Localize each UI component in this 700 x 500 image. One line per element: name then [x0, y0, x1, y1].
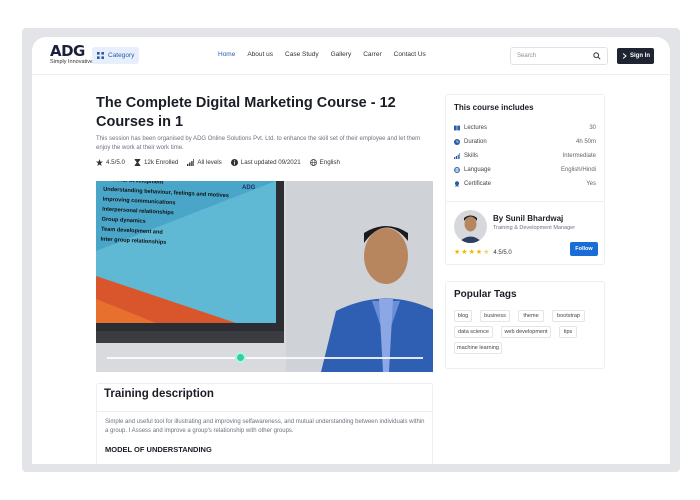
tag-tips[interactable]: tips [559, 326, 577, 338]
nav-home[interactable]: Home [218, 51, 235, 58]
training-description-card: Training description Simple and useful t… [96, 383, 433, 464]
include-row-certificate: Certificate Yes [454, 181, 596, 187]
tag-bootstrap[interactable]: bootstrap [552, 310, 585, 322]
nav-case-study[interactable]: Case Study [285, 51, 319, 58]
logo[interactable]: ADG Simply Innovative [50, 43, 94, 71]
signin-icon [622, 53, 627, 59]
course-meta: 4.5/5.0 12k Enrolled All levels Last upd… [96, 159, 349, 166]
category-button[interactable]: Category [92, 47, 139, 64]
star-icon: ★ [461, 249, 468, 256]
rating-value: 4.5/5.0 [493, 249, 512, 256]
include-row-skills: Skills Intermediate [454, 153, 596, 159]
video-progress-knob[interactable] [235, 352, 246, 363]
follow-button[interactable]: Follow [570, 242, 598, 256]
avatar[interactable] [454, 210, 487, 243]
search-placeholder: Search [517, 53, 537, 59]
star-icon: ★ [475, 249, 483, 256]
search-input[interactable]: Search [510, 47, 608, 65]
course-description: This session has been organised by ADG O… [96, 136, 421, 151]
category-label: Category [108, 52, 135, 59]
include-row-duration: Duration 4h 50m [454, 139, 596, 145]
main-nav: Home About us Case Study Gallery Carrer … [218, 51, 438, 58]
star-icon: ★ [468, 249, 475, 256]
signin-label: Sign In [630, 53, 650, 59]
include-row-lectures: Lectures 30 [454, 125, 596, 131]
course-title: The Complete Digital Marketing Course - … [96, 95, 396, 130]
meta-language: English [309, 159, 340, 166]
course-includes-card: This course includes Lectures 30 Duratio… [445, 94, 605, 204]
signin-button[interactable]: Sign In [617, 48, 654, 64]
training-heading: Training description [104, 388, 214, 400]
search-icon[interactable] [593, 52, 601, 60]
meta-level: All levels [187, 159, 222, 166]
browser-window: ADG Simply Innovative Category Home Abou… [32, 37, 670, 464]
slide-text: Personal development Understanding behav… [100, 181, 273, 253]
navbar: ADG Simply Innovative Category Home Abou… [32, 37, 670, 75]
instructor-role: Training & Development Manager [493, 225, 576, 231]
training-text: Simple and useful tool for illustrating … [105, 419, 425, 434]
info-icon [230, 159, 238, 166]
popular-tags-card: Popular Tags blog business theme bootstr… [445, 281, 605, 369]
hourglass-icon [134, 159, 141, 166]
signal-icon [187, 159, 195, 166]
logo-tagline: Simply Innovative [50, 59, 94, 65]
medal-icon [454, 181, 460, 187]
nav-career[interactable]: Carrer [363, 51, 381, 58]
globe-icon [454, 167, 460, 173]
tag-blog[interactable]: blog [454, 310, 472, 322]
nav-about[interactable]: About us [247, 51, 273, 58]
instructor-rating: ★ ★ ★ ★ ★ 4.5/5.0 [454, 249, 512, 256]
nav-contact[interactable]: Contact Us [394, 51, 426, 58]
star-icon: ★ [454, 249, 461, 256]
tag-theme[interactable]: theme [518, 310, 544, 322]
tag-business[interactable]: business [480, 310, 510, 322]
nav-gallery[interactable]: Gallery [331, 51, 352, 58]
signal-icon [454, 153, 460, 159]
tags-heading: Popular Tags [454, 289, 517, 300]
meta-updated: Last updated 09/2021 [230, 159, 301, 166]
logo-text: ADG [50, 42, 85, 60]
model-heading: MODEL OF UNDERSTANDING [105, 445, 212, 454]
instructor-name: By Sunil Bhardwaj [493, 214, 564, 223]
star-half-icon: ★ [483, 249, 490, 256]
clock-icon [454, 139, 460, 145]
instructor-card: By Sunil Bhardwaj Training & Development… [445, 201, 605, 265]
meta-rating: 4.5/5.0 [96, 159, 125, 166]
video-progress-bar[interactable] [107, 357, 423, 359]
grid-icon [97, 52, 104, 59]
include-row-language: Language English/Hindi [454, 167, 596, 173]
course-video[interactable]: Personal development Understanding behav… [96, 181, 433, 372]
star-icon [96, 159, 103, 166]
meta-enrolled: 12k Enrolled [134, 159, 178, 166]
globe-icon [309, 159, 317, 166]
avatar-image [454, 210, 487, 243]
tag-machine-learning[interactable]: machine learning [454, 342, 502, 354]
includes-heading: This course includes [454, 103, 534, 112]
book-icon [454, 125, 460, 131]
divider [97, 411, 432, 412]
tag-data-science[interactable]: data science [454, 326, 493, 338]
tag-web-development[interactable]: web development [501, 326, 551, 338]
slide-logo: ADG [242, 185, 256, 191]
